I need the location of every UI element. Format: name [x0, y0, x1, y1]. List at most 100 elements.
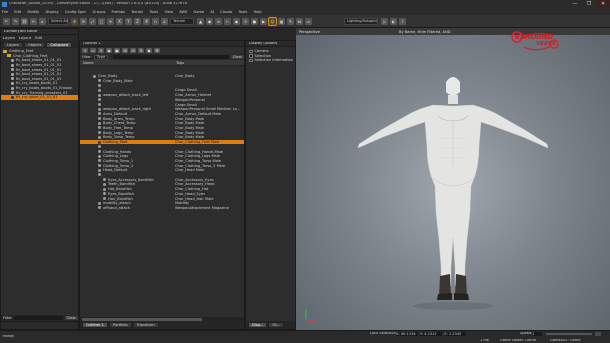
angle-snap-icon[interactable]: ∠ — [161, 17, 168, 25]
new-icon[interactable]: + — [82, 48, 88, 53]
lock-selection-label[interactable]: Lock Selection — [370, 332, 396, 336]
select-mode-icon[interactable]: ▢ — [98, 17, 105, 25]
menu-item[interactable]: AWS — [179, 10, 187, 14]
coord-y-field[interactable]: Y: 4.2312 — [420, 332, 442, 336]
tree-item-selected[interactable]: ftr_cry_sport_01_01_01 — [1, 94, 78, 100]
export-icon[interactable]: ⇪ — [399, 17, 406, 25]
layer-filter-input[interactable] — [13, 316, 63, 320]
scale-icon[interactable]: ⤢ — [89, 17, 96, 25]
ai-physics-icon[interactable]: ◐ — [390, 17, 397, 25]
tab-portfolio[interactable]: Portfolio — [108, 322, 132, 328]
checkbox[interactable] — [249, 49, 253, 54]
ruler-icon[interactable]: ⊢ — [224, 17, 231, 25]
move-icon[interactable]: ✥ — [71, 17, 78, 25]
menu-item[interactable]: File — [2, 10, 8, 14]
menu-item[interactable]: Help — [253, 10, 261, 14]
delete-icon[interactable]: ✕ — [98, 48, 104, 53]
checkbox[interactable] — [249, 54, 253, 58]
axis-y-icon[interactable]: Y — [125, 17, 132, 25]
tab-layers[interactable]: Layers — [3, 41, 23, 48]
character-model[interactable] — [353, 68, 553, 313]
menu-item[interactable]: Config Spec — [65, 10, 86, 14]
menu-item[interactable]: Modify — [27, 10, 39, 14]
display-option-selection-info[interactable]: Selection information — [249, 58, 293, 63]
attachment-icon — [103, 192, 106, 196]
console-icon[interactable]: ▭ — [305, 17, 312, 25]
settings-icon[interactable]: ⚙ — [154, 48, 160, 53]
coord-x-field[interactable]: X: 40.1234 — [396, 332, 418, 336]
select-icon[interactable]: ▸ — [39, 17, 46, 25]
menu-item[interactable]: Game — [194, 10, 205, 14]
selection-combo[interactable]: Select All — [48, 17, 68, 25]
perspective-viewport[interactable]: Perspective By Name, Hide Filtered, AND … — [296, 28, 610, 330]
menu-item[interactable]: Terrain — [131, 10, 143, 14]
layer-menu-item[interactable]: Layout — [19, 36, 31, 40]
game-mode-icon[interactable]: ▷ — [381, 17, 388, 25]
expand-icon[interactable]: ⊞ — [122, 48, 128, 53]
layer-filter-clear-button[interactable]: Clear — [64, 316, 78, 320]
minimize-button[interactable]: — — [568, 0, 582, 8]
track-view-icon[interactable]: ▶ — [260, 17, 267, 25]
light-icon[interactable]: ☼ — [242, 17, 249, 25]
camera-icon[interactable]: ◉ — [233, 17, 240, 25]
menu-item[interactable]: Edit — [14, 10, 21, 14]
grid-icon[interactable]: # — [143, 17, 150, 25]
speed-field[interactable]: 1 — [532, 332, 542, 336]
magnet-icon[interactable]: ∩ — [152, 17, 159, 25]
speed-slider[interactable] — [546, 332, 592, 335]
folder-icon[interactable]: ▭ — [90, 48, 96, 53]
column-name[interactable]: Name — [83, 61, 94, 65]
layer-menu-item[interactable]: Edit — [35, 36, 42, 40]
menu-item[interactable]: Display — [45, 10, 58, 14]
tag-icon[interactable]: ◆ — [146, 48, 152, 53]
database-icon[interactable]: ▦ — [278, 17, 285, 25]
script-icon[interactable]: ✎ — [287, 17, 294, 25]
unlink-icon[interactable]: ✂ — [30, 17, 37, 25]
tab-objects[interactable]: Objects — [23, 41, 46, 48]
maximize-button[interactable]: ❐ — [582, 0, 596, 8]
layer-menu-item[interactable]: Layers — [3, 36, 15, 40]
character-editor-icon[interactable]: ☺ — [268, 16, 277, 26]
checkbox[interactable] — [249, 58, 253, 63]
collapse-icon[interactable]: ⊟ — [130, 48, 136, 53]
outliner-clear-button[interactable]: Clear — [230, 55, 244, 59]
menu-item[interactable]: AI — [210, 10, 214, 14]
material-icon[interactable]: ● — [251, 17, 258, 25]
close-button[interactable]: ✕ — [596, 0, 610, 8]
menu-item[interactable]: Tools — [238, 10, 247, 14]
undo-icon[interactable]: ↶ — [3, 17, 10, 25]
tab-transform[interactable]: Transform — [132, 322, 159, 328]
axis-x-icon[interactable]: X — [116, 17, 123, 25]
lighting-combo[interactable]: Lighting/Subgrid — [344, 17, 378, 25]
type-combo[interactable]: Type — [93, 54, 108, 60]
flowgraph-icon[interactable]: ⋈ — [296, 17, 303, 25]
axis-z-icon[interactable]: Z — [134, 17, 141, 25]
menu-item[interactable]: Tools — [149, 10, 158, 14]
snap-combo[interactable]: Terrain — [170, 17, 194, 25]
tab-shading[interactable]: Sh... — [268, 322, 285, 328]
viewport-title[interactable]: Perspective — [299, 30, 320, 34]
outliner-row[interactable]: offhand_attach WeaponAttachment Magazine — [80, 206, 244, 211]
menu-item[interactable]: Clouds — [220, 10, 232, 14]
menu-item[interactable]: Groups — [93, 10, 106, 14]
object-icon[interactable]: ◆ — [206, 17, 213, 25]
sort-icon[interactable]: ⇅ — [138, 48, 144, 53]
redo-icon[interactable]: ↷ — [12, 17, 19, 25]
tab-collapsed[interactable]: Collapsed — [46, 41, 73, 48]
link-icon[interactable]: ⛓ — [21, 17, 28, 25]
visibility-icon[interactable]: ◉ — [106, 48, 112, 53]
speed-step-button[interactable] — [595, 331, 601, 336]
snap-icon[interactable]: ⌖ — [107, 17, 114, 25]
lock-icon[interactable]: ▣ — [114, 48, 120, 53]
terrain-icon[interactable]: ▲ — [197, 17, 204, 25]
rotate-icon[interactable]: ⟳ — [80, 17, 87, 25]
tab-display[interactable]: Disp... — [248, 322, 268, 328]
align-icon[interactable]: ≡ — [215, 17, 222, 25]
coord-z-field[interactable]: Z: 1.2345 — [444, 332, 466, 336]
menu-item[interactable]: View — [164, 10, 173, 14]
tab-outliner[interactable]: Outliner 1 — [82, 322, 108, 328]
column-tags[interactable]: Tags — [176, 61, 184, 65]
menu-item[interactable]: Prefabs — [112, 10, 125, 14]
outliner-filter-input[interactable] — [112, 55, 229, 59]
entity-icon — [11, 95, 14, 99]
